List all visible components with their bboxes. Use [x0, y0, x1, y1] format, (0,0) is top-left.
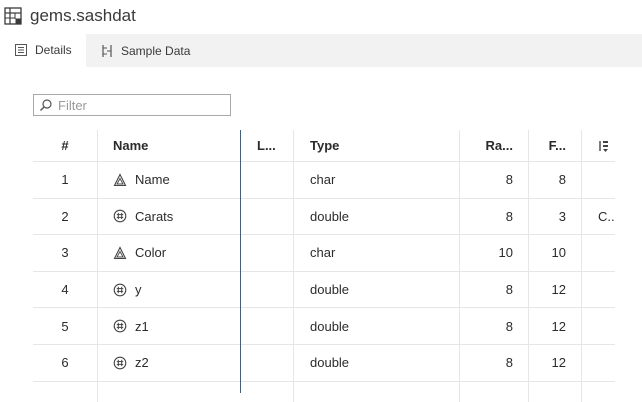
- cell-label: [240, 162, 293, 198]
- cell-name-text: Color: [135, 245, 167, 261]
- cell-extra: C...: [598, 208, 615, 224]
- cell-label: [240, 235, 293, 271]
- cell-raw-length: 10: [498, 245, 513, 261]
- table-row[interactable]: 6 z2 double 8 12: [33, 344, 615, 382]
- cell-number: 3: [61, 245, 69, 261]
- cell-name-text: z1: [135, 318, 149, 334]
- table-row[interactable]: 5 z1 double 8 12: [33, 308, 615, 345]
- cell-label: [240, 272, 293, 308]
- table-row-partial: [33, 381, 615, 402]
- cell-name-text: Carats: [135, 208, 174, 224]
- cell-raw-length: 8: [505, 172, 513, 188]
- columns-table: # Name L... Type Ra... F... 1 Name char 8 8 2…: [33, 130, 615, 402]
- cell-format-length: 12: [551, 355, 566, 371]
- tab-sample-data[interactable]: Sample Data: [100, 34, 190, 67]
- cell-label: [240, 345, 293, 381]
- cell-type: double: [310, 282, 350, 298]
- table-row[interactable]: 2 Carats double 8 3 C...: [33, 198, 615, 236]
- cell-extra: [581, 345, 615, 381]
- tab-details-label: Details: [35, 42, 72, 57]
- header-raw-length[interactable]: Ra...: [459, 130, 528, 161]
- character-icon: [113, 173, 127, 187]
- window-title: gems.sashdat: [30, 6, 136, 25]
- title-bar: gems.sashdat: [0, 0, 642, 34]
- table-header-row: # Name L... Type Ra... F...: [33, 130, 615, 162]
- cell-name: y: [97, 272, 240, 308]
- numeric-icon: [113, 283, 127, 297]
- search-icon: [40, 99, 52, 111]
- table-row[interactable]: 3 Color char 10 10: [33, 235, 615, 272]
- numeric-icon: [113, 209, 127, 223]
- cell-extra: [581, 162, 615, 198]
- cell-format-length: 10: [551, 245, 566, 261]
- cell-name: z1: [97, 308, 240, 344]
- cell-number: 2: [61, 208, 69, 224]
- cell-name: z2: [97, 345, 240, 381]
- table-row[interactable]: 1 Name char 8 8: [33, 162, 615, 199]
- cell-name: Name: [97, 162, 240, 198]
- header-name[interactable]: Name: [97, 130, 240, 161]
- header-extra-column[interactable]: [581, 130, 615, 161]
- cell-format-length: 12: [551, 318, 566, 334]
- cell-name-text: z2: [135, 355, 149, 371]
- header-type[interactable]: Type: [293, 130, 459, 161]
- cell-type: char: [310, 172, 336, 188]
- tab-details[interactable]: Details: [0, 34, 86, 67]
- header-label[interactable]: L...: [240, 130, 293, 161]
- cell-format-length: 3: [558, 208, 566, 224]
- cell-raw-length: 8: [505, 318, 513, 334]
- cell-number: 6: [61, 355, 69, 371]
- cell-name-text: y: [135, 282, 142, 298]
- header-format-length[interactable]: F...: [528, 130, 581, 161]
- character-icon: [113, 246, 127, 260]
- cell-number: 1: [61, 172, 69, 188]
- cell-label: [240, 199, 293, 235]
- cell-raw-length: 8: [505, 355, 513, 371]
- filter-box: [33, 94, 231, 116]
- cell-type: char: [310, 245, 336, 261]
- cell-label: [240, 308, 293, 344]
- cell-extra: [581, 235, 615, 271]
- tab-sample-data-label: Sample Data: [121, 43, 191, 58]
- cell-number: 4: [61, 282, 69, 298]
- filter-input[interactable]: [58, 97, 226, 113]
- cell-format-length: 12: [551, 282, 566, 298]
- cell-format-length: 8: [558, 172, 566, 188]
- column-options-icon: [599, 140, 608, 152]
- cell-name: Color: [97, 235, 240, 271]
- column-resize-divider[interactable]: [240, 130, 241, 393]
- cell-type: double: [310, 318, 350, 334]
- header-number[interactable]: #: [33, 130, 97, 161]
- table-row[interactable]: 4 y double 8 12: [33, 271, 615, 309]
- tab-bar: Details Sample Data: [0, 34, 642, 67]
- details-icon: [15, 43, 27, 56]
- cell-extra: [581, 308, 615, 344]
- cell-number: 5: [61, 318, 69, 334]
- numeric-icon: [113, 356, 127, 370]
- cell-extra: [581, 272, 615, 308]
- cell-type: double: [310, 208, 350, 224]
- cell-name: Carats: [97, 199, 240, 235]
- sample-data-icon: [102, 44, 112, 57]
- table-icon: [4, 7, 22, 25]
- cell-raw-length: 8: [505, 282, 513, 298]
- cell-name-text: Name: [135, 172, 170, 188]
- cell-type: double: [310, 355, 350, 371]
- numeric-icon: [113, 319, 127, 333]
- cell-raw-length: 8: [505, 208, 513, 224]
